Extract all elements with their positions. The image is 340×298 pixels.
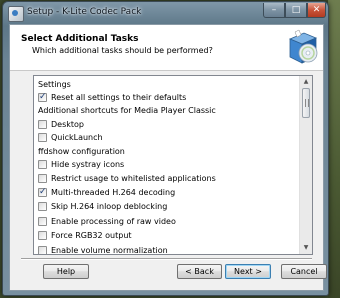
wizard-client-area: Select Additional Tasks Which additional…: [9, 24, 327, 291]
minimize-button[interactable]: –: [263, 3, 285, 18]
desktop-background: [328, 0, 340, 298]
checkbox-box[interactable]: [38, 174, 47, 183]
window-title: Setup - K-Lite Codec Pack: [27, 7, 142, 17]
next-button[interactable]: Next >: [225, 264, 271, 279]
help-button[interactable]: Help: [43, 264, 89, 279]
checkbox-label: Skip H.264 inloop deblocking: [51, 202, 168, 211]
wizard-header: Select Additional Tasks Which additional…: [10, 25, 323, 71]
maximize-button[interactable]: □: [285, 3, 307, 18]
footer-divider: [21, 258, 312, 260]
checkbox-label: QuickLaunch: [51, 133, 103, 142]
setup-window: Setup - K-Lite Codec Pack – □ ✕ Select A…: [2, 1, 329, 296]
page-title: Select Additional Tasks: [21, 34, 139, 44]
scroll-down-arrow-icon[interactable]: ▼: [301, 243, 311, 253]
page-subtitle: Which additional tasks should be perform…: [32, 46, 213, 55]
setup-app-icon[interactable]: [8, 6, 24, 22]
cancel-button[interactable]: Cancel: [281, 264, 327, 279]
title-bar[interactable]: Setup - K-Lite Codec Pack – □ ✕: [3, 2, 328, 24]
scrollbar-thumb[interactable]: [302, 88, 310, 118]
checkbox-label: Enable processing of raw video: [51, 217, 176, 226]
checkbox-label: Enable volume normalization: [51, 246, 168, 255]
scroll-up-arrow-icon[interactable]: ▲: [301, 77, 311, 87]
back-button[interactable]: < Back: [177, 264, 222, 279]
checkbox-box[interactable]: [38, 91, 47, 104]
checkbox-label: Hide systray icons: [51, 160, 125, 169]
checkbox-label: Force RGB32 output: [51, 231, 132, 240]
checkbox-box[interactable]: [38, 217, 47, 226]
setup-box-cd-icon: [288, 29, 318, 64]
checkbox-label: Multi-threaded H.264 decoding: [51, 188, 176, 197]
checkbox-box[interactable]: [38, 120, 47, 129]
checkbox-box[interactable]: [38, 160, 47, 169]
checkbox-box[interactable]: [38, 186, 47, 199]
checkbox-label: Reset all settings to their defaults: [51, 93, 187, 102]
vertical-scrollbar[interactable]: ▲ ▼: [299, 76, 312, 254]
close-button[interactable]: ✕: [307, 3, 326, 18]
checkbox-box[interactable]: [38, 133, 47, 142]
tasks-listbox[interactable]: Settings Reset all settings to their def…: [33, 75, 313, 255]
checkbox-label: Desktop: [51, 120, 84, 129]
checkbox-label: Restrict usage to whitelisted applicatio…: [51, 174, 216, 183]
checkbox-box[interactable]: [38, 246, 47, 254]
checkbox-box[interactable]: [38, 231, 47, 240]
checkbox-box[interactable]: [38, 202, 47, 211]
